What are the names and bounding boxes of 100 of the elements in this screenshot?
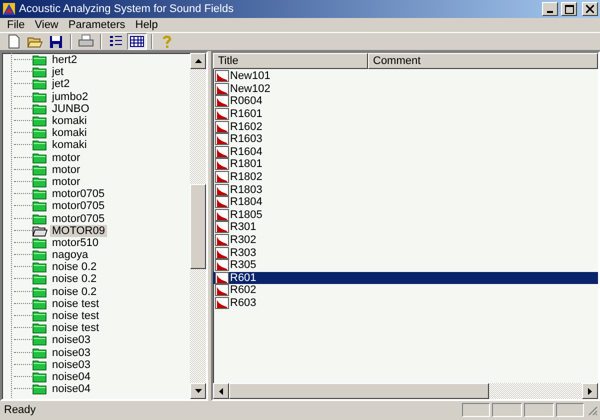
folder-icon bbox=[32, 370, 48, 383]
tree-item[interactable]: noise03 bbox=[50, 346, 93, 359]
horizontal-scrollbar[interactable] bbox=[213, 383, 598, 399]
folder-icon bbox=[32, 383, 48, 396]
list-row[interactable]: R1802 bbox=[213, 170, 598, 184]
column-header[interactable]: Title bbox=[213, 53, 368, 69]
folder-icon bbox=[32, 358, 48, 371]
right-arrow-icon[interactable] bbox=[588, 388, 592, 394]
tree-item[interactable]: komaki bbox=[50, 115, 89, 128]
column-header[interactable]: Comment bbox=[368, 53, 598, 69]
row-title: R302 bbox=[230, 234, 256, 246]
list-row[interactable]: R1801 bbox=[213, 158, 598, 171]
row-title: R602 bbox=[230, 284, 256, 296]
tree-item[interactable]: nagoya bbox=[50, 249, 90, 262]
row-title: R303 bbox=[230, 246, 256, 259]
tree-item[interactable]: motor bbox=[50, 152, 82, 164]
tree-item[interactable]: motor bbox=[50, 164, 82, 176]
row-title: R1803 bbox=[230, 184, 262, 196]
folder-icon bbox=[32, 249, 48, 262]
resize-grip-icon[interactable] bbox=[586, 404, 598, 416]
down-arrow-icon[interactable] bbox=[194, 389, 202, 393]
folder-icon bbox=[32, 236, 48, 249]
row-title: R1801 bbox=[230, 158, 262, 170]
row-title: R1601 bbox=[230, 108, 262, 120]
menu-item[interactable]: View bbox=[30, 19, 64, 31]
tree-item[interactable]: MOTOR09 bbox=[50, 224, 107, 237]
row-title: R1604 bbox=[230, 146, 262, 158]
list-row[interactable]: R301 bbox=[213, 221, 598, 234]
close-icon bbox=[586, 5, 594, 13]
scroll-thumb[interactable] bbox=[229, 383, 489, 399]
tree-item[interactable]: noise test bbox=[50, 298, 102, 310]
list-row[interactable]: R1803 bbox=[213, 183, 598, 196]
window-title: Acoustic Analyzing System for Sound Fields bbox=[19, 3, 235, 15]
tree-item[interactable]: hert2 bbox=[50, 54, 80, 66]
list-row[interactable]: R1603 bbox=[213, 132, 598, 146]
tree-item[interactable]: noise03 bbox=[50, 334, 93, 346]
scrollbar[interactable] bbox=[190, 53, 206, 399]
tree-item[interactable]: jet2 bbox=[50, 78, 72, 90]
tree-item[interactable]: motor bbox=[50, 176, 82, 188]
list-row[interactable]: R1804 bbox=[213, 196, 598, 209]
folder-icon bbox=[32, 212, 48, 225]
row-title: R1602 bbox=[230, 120, 262, 133]
folder-icon bbox=[32, 224, 48, 237]
folder-icon bbox=[32, 200, 48, 212]
list-row[interactable]: R0604 bbox=[213, 95, 598, 108]
menu-item[interactable]: Help bbox=[130, 19, 163, 31]
menu-item[interactable]: File bbox=[2, 19, 30, 31]
tree-item[interactable]: noise04 bbox=[50, 370, 93, 383]
row-title: R0604 bbox=[230, 95, 262, 108]
up-arrow-icon[interactable] bbox=[194, 59, 202, 63]
tree-item[interactable]: noise test bbox=[50, 310, 102, 322]
tree-item[interactable]: noise 0.2 bbox=[50, 261, 99, 274]
list-row[interactable]: R601 bbox=[213, 272, 598, 284]
tree-item[interactable]: noise03 bbox=[50, 358, 93, 371]
folder-icon bbox=[32, 273, 48, 286]
tree-item[interactable]: motor0705 bbox=[50, 212, 107, 225]
list-row[interactable]: R305 bbox=[213, 258, 598, 272]
close-button[interactable] bbox=[582, 2, 598, 16]
minimize-button[interactable] bbox=[542, 2, 558, 16]
tree-item[interactable]: komaki bbox=[50, 127, 89, 140]
row-title: R1603 bbox=[230, 133, 262, 146]
row-title: New101 bbox=[230, 70, 270, 82]
menu-item[interactable]: Parameters bbox=[63, 19, 130, 31]
row-title: R601 bbox=[230, 272, 256, 284]
tree-item[interactable]: jumbo2 bbox=[50, 90, 90, 103]
row-title: R301 bbox=[230, 221, 256, 234]
tree-item[interactable]: JUNBO bbox=[50, 102, 92, 115]
folder-icon bbox=[32, 115, 48, 128]
list-row[interactable]: New102 bbox=[213, 82, 598, 96]
tree-item[interactable]: motor510 bbox=[50, 236, 100, 249]
tree-item[interactable]: noise 0.2 bbox=[50, 286, 99, 298]
list-row[interactable]: R603 bbox=[213, 296, 598, 310]
chart-icon bbox=[215, 70, 229, 82]
status-panel bbox=[492, 403, 522, 417]
list-row[interactable]: R1604 bbox=[213, 146, 598, 158]
tree-item[interactable]: motor0705 bbox=[50, 188, 107, 200]
row-title: R305 bbox=[230, 259, 256, 272]
grid-view-icon[interactable] bbox=[127, 33, 147, 50]
folder-icon bbox=[32, 298, 48, 310]
tree-item[interactable]: komaki bbox=[50, 139, 89, 152]
list-row[interactable]: R1805 bbox=[213, 208, 598, 222]
row-title: R1805 bbox=[230, 208, 262, 221]
list-row[interactable]: R1601 bbox=[213, 108, 598, 120]
tree-item[interactable]: jet bbox=[50, 66, 66, 78]
tree-item[interactable]: noise test bbox=[50, 322, 102, 334]
left-arrow-icon[interactable] bbox=[219, 388, 223, 394]
list-row[interactable]: R302 bbox=[213, 234, 598, 246]
folder-icon bbox=[32, 261, 48, 274]
maximize-button[interactable] bbox=[561, 2, 577, 16]
list-row[interactable]: R602 bbox=[213, 284, 598, 297]
list-row[interactable]: R303 bbox=[213, 246, 598, 259]
folder-icon bbox=[32, 66, 48, 78]
tree-item[interactable]: motor0705 bbox=[50, 200, 107, 212]
scroll-thumb[interactable] bbox=[190, 184, 206, 269]
tree-item[interactable]: noise 0.2 bbox=[50, 273, 99, 286]
list-row[interactable]: New101 bbox=[213, 70, 598, 83]
folder-icon bbox=[32, 127, 48, 140]
folder-icon bbox=[32, 152, 48, 164]
list-row[interactable]: R1602 bbox=[213, 120, 598, 133]
tree-item[interactable]: noise04 bbox=[50, 383, 93, 396]
